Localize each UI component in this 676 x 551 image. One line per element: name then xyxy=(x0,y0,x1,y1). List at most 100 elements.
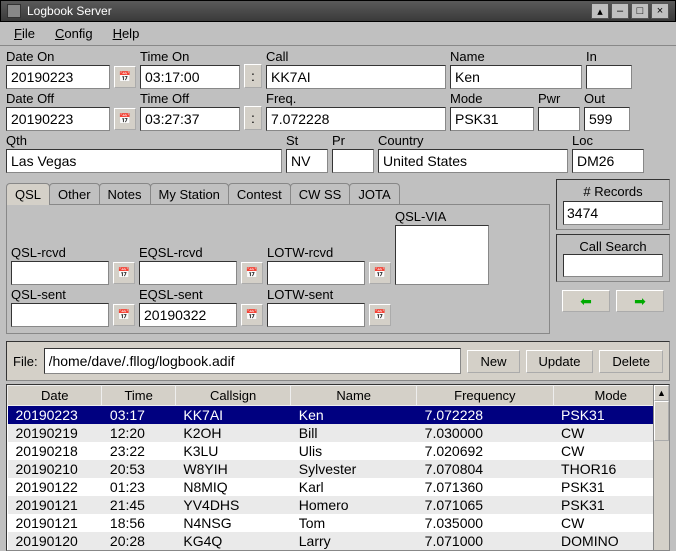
next-button[interactable]: ➡ xyxy=(616,290,664,312)
col-mode[interactable]: Mode xyxy=(553,386,668,406)
label-st: St xyxy=(286,133,328,148)
menu-help[interactable]: Help xyxy=(103,23,150,44)
date-off-input[interactable] xyxy=(6,107,110,131)
mode-input[interactable] xyxy=(450,107,534,131)
records-box: # Records 3474 xyxy=(556,179,670,230)
time-on-input[interactable] xyxy=(140,65,240,89)
tab-other[interactable]: Other xyxy=(49,183,100,205)
col-date[interactable]: Date xyxy=(8,386,102,406)
scroll-thumb[interactable] xyxy=(654,401,669,441)
tab-panel-qsl: QSL-rcvd 📅 EQSL-rcvd 📅 LOTW-rcvd 📅 QSL-V… xyxy=(6,204,550,334)
date-off-cal-button[interactable]: 📅 xyxy=(114,108,136,130)
label-mode: Mode xyxy=(450,91,534,106)
table-row[interactable]: 2019012121:45YV4DHSHomero7.071065PSK31 xyxy=(8,496,669,514)
table-row[interactable]: 2019012118:56N4NSGTom7.035000CW xyxy=(8,514,669,532)
qsl-rcvd-input[interactable] xyxy=(11,261,109,285)
time-off-input[interactable] xyxy=(140,107,240,131)
call-input[interactable] xyxy=(266,65,446,89)
lotw-sent-cal-button[interactable]: 📅 xyxy=(369,304,391,326)
qsl-sent-cal-button[interactable]: 📅 xyxy=(113,304,135,326)
time-off-button[interactable]: : xyxy=(244,106,262,130)
tab-qsl[interactable]: QSL xyxy=(6,183,50,205)
label-loc: Loc xyxy=(572,133,644,148)
menu-file[interactable]: File xyxy=(4,23,45,44)
date-on-cal-button[interactable]: 📅 xyxy=(114,66,136,88)
scroll-up-button[interactable]: ▲ xyxy=(654,385,669,401)
label-lotw-rcvd: LOTW-rcvd xyxy=(267,245,365,260)
label-name: Name xyxy=(450,49,582,64)
st-input[interactable] xyxy=(286,149,328,173)
prev-button[interactable]: ⬅ xyxy=(562,290,610,312)
tab-contest[interactable]: Contest xyxy=(228,183,291,205)
qsl-rcvd-cal-button[interactable]: 📅 xyxy=(113,262,135,284)
label-call-search: Call Search xyxy=(579,239,646,254)
label-eqsl-sent: EQSL-sent xyxy=(139,287,237,302)
call-search-box: Call Search xyxy=(556,234,670,282)
scrollbar[interactable]: ▲ xyxy=(653,385,669,550)
lotw-rcvd-cal-button[interactable]: 📅 xyxy=(369,262,391,284)
titlebar: Logbook Server ▴ – □ × xyxy=(0,0,676,22)
new-button[interactable]: New xyxy=(467,350,519,373)
update-button[interactable]: Update xyxy=(526,350,594,373)
table-row[interactable]: 2019021823:22K3LUUlis7.020692CW xyxy=(8,442,669,460)
name-input[interactable] xyxy=(450,65,582,89)
out-input[interactable] xyxy=(584,107,630,131)
label-country: Country xyxy=(378,133,568,148)
country-input[interactable] xyxy=(378,149,568,173)
delete-button[interactable]: Delete xyxy=(599,350,663,373)
col-name[interactable]: Name xyxy=(291,386,417,406)
eqsl-rcvd-input[interactable] xyxy=(139,261,237,285)
pwr-input[interactable] xyxy=(538,107,580,131)
loc-input[interactable] xyxy=(572,149,644,173)
tab-my-station[interactable]: My Station xyxy=(150,183,229,205)
eqsl-rcvd-cal-button[interactable]: 📅 xyxy=(241,262,263,284)
app-icon xyxy=(7,4,21,18)
table-row[interactable]: 2019021020:53W8YIHSylvester7.070804THOR1… xyxy=(8,460,669,478)
label-in: In xyxy=(586,49,632,64)
label-qsl-rcvd: QSL-rcvd xyxy=(11,245,109,260)
time-on-button[interactable]: : xyxy=(244,64,262,88)
label-time-off: Time Off xyxy=(140,91,240,106)
qsl-sent-input[interactable] xyxy=(11,303,109,327)
label-pr: Pr xyxy=(332,133,374,148)
close-button[interactable]: × xyxy=(651,3,669,19)
in-input[interactable] xyxy=(586,65,632,89)
col-frequency[interactable]: Frequency xyxy=(417,386,553,406)
label-records: # Records xyxy=(583,184,642,199)
label-out: Out xyxy=(584,91,630,106)
label-call: Call xyxy=(266,49,446,64)
pr-input[interactable] xyxy=(332,149,374,173)
call-search-input[interactable] xyxy=(563,254,663,277)
table-row[interactable]: 2019012020:28KG4QLarry7.071000DOMINO xyxy=(8,532,669,550)
menu-config[interactable]: Config xyxy=(45,23,103,44)
table-row[interactable]: 2019012201:23N8MIQKarl7.071360PSK31 xyxy=(8,478,669,496)
qsl-via-input[interactable] xyxy=(395,225,489,285)
qth-input[interactable] xyxy=(6,149,282,173)
file-row: File: New Update Delete xyxy=(6,341,670,381)
eqsl-sent-cal-button[interactable]: 📅 xyxy=(241,304,263,326)
lotw-sent-input[interactable] xyxy=(267,303,365,327)
tab-cw-ss[interactable]: CW SS xyxy=(290,183,351,205)
file-path-input[interactable] xyxy=(44,348,462,374)
label-time-on: Time On xyxy=(140,49,240,64)
logbook-table: DateTimeCallsignNameFrequencyMode 201902… xyxy=(6,384,670,551)
table-row[interactable]: 2019022303:17KK7AIKen7.072228PSK31 xyxy=(8,406,669,425)
freq-input[interactable] xyxy=(266,107,446,131)
date-on-input[interactable] xyxy=(6,65,110,89)
minimize-button[interactable]: – xyxy=(611,3,629,19)
tab-notes[interactable]: Notes xyxy=(99,183,151,205)
maximize-button[interactable]: □ xyxy=(631,3,649,19)
rollup-button[interactable]: ▴ xyxy=(591,3,609,19)
col-callsign[interactable]: Callsign xyxy=(175,386,290,406)
label-lotw-sent: LOTW-sent xyxy=(267,287,365,302)
label-file: File: xyxy=(13,354,38,369)
label-freq: Freq. xyxy=(266,91,446,106)
col-time[interactable]: Time xyxy=(102,386,175,406)
table-row[interactable]: 2019021912:20K2OHBill7.030000CW xyxy=(8,424,669,442)
eqsl-sent-input[interactable] xyxy=(139,303,237,327)
lotw-rcvd-input[interactable] xyxy=(267,261,365,285)
label-qsl-sent: QSL-sent xyxy=(11,287,109,302)
records-value: 3474 xyxy=(563,201,663,225)
tabs: QSLOtherNotesMy StationContestCW SSJOTA xyxy=(6,183,550,205)
tab-jota[interactable]: JOTA xyxy=(349,183,399,205)
